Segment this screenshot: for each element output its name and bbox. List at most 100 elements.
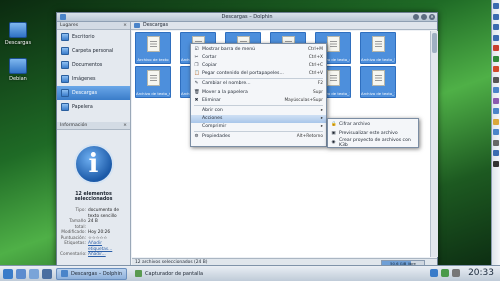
vertical-scrollbar[interactable] xyxy=(430,31,438,257)
sidebar-item-papelera[interactable]: Papelera xyxy=(57,100,130,114)
info-value[interactable]: Añadir... xyxy=(88,252,127,258)
context-menu: ☑ Mostrar barra de menú Ctrl+M ✂ Cortar Ctrl+… xyxy=(190,43,327,147)
folder-icon[interactable] xyxy=(493,118,499,125)
blank-icon xyxy=(194,124,199,129)
arrow-right-icon[interactable] xyxy=(493,24,499,30)
menu-item-label: Mover a la papelera xyxy=(202,89,248,95)
close-button[interactable]: ✕ xyxy=(429,14,435,20)
network-icon[interactable] xyxy=(430,269,438,277)
file-item[interactable]: Archivo de texto xyxy=(135,32,171,64)
encrypt-icon: 🔒 xyxy=(331,122,337,127)
places-header-label: Lugares xyxy=(60,23,79,28)
scrollbar-thumb[interactable] xyxy=(432,33,437,53)
info-header-label: Información xyxy=(60,123,88,128)
menu-item[interactable]: Comprimir ▸ xyxy=(191,123,326,131)
binoculars-icon[interactable] xyxy=(493,160,499,167)
menu-item-label: Pegar contenido del portapapeles... xyxy=(202,71,284,77)
paste-icon: 📋 xyxy=(194,71,200,77)
sidebar-item-escritorio[interactable]: Escritorio xyxy=(57,30,130,44)
menu-item[interactable]: 🗑 Mover a la papelera Supr xyxy=(191,88,326,96)
menu-item-shortcut: F2 xyxy=(317,81,323,87)
menu-item-label: Eliminar xyxy=(202,97,221,103)
settings-icon[interactable] xyxy=(493,139,499,146)
task-screenshot[interactable]: Capturador de pantalla xyxy=(131,268,207,280)
dolphin-icon[interactable] xyxy=(29,268,39,279)
record-icon[interactable] xyxy=(493,45,499,51)
window-icon[interactable] xyxy=(493,87,499,93)
minimize-button[interactable] xyxy=(413,14,419,20)
menu-item[interactable]: ❐ Copiar Ctrl+C xyxy=(191,61,326,69)
browser-icon[interactable] xyxy=(42,268,52,279)
kde-menu-icon[interactable] xyxy=(3,268,13,279)
text-file-icon xyxy=(372,36,385,52)
k3b-icon: ◉ xyxy=(331,140,336,145)
notifications-icon[interactable] xyxy=(441,269,449,277)
stop-icon[interactable] xyxy=(493,66,499,72)
sidebar-item-imágenes[interactable]: Imágenes xyxy=(57,72,130,86)
window-menu-icon[interactable] xyxy=(60,14,66,20)
arrow-down-icon[interactable] xyxy=(493,34,499,41)
menu-item[interactable]: ⚙ Propiedades Alt+Retorno xyxy=(191,133,326,141)
arrow-left-icon[interactable] xyxy=(493,13,499,20)
sidebar-item-carpeta personal[interactable]: Carpeta personal xyxy=(57,44,130,58)
checkbox-icon: ☑ xyxy=(194,46,199,52)
close-icon[interactable]: × xyxy=(123,122,127,129)
monitor-icon[interactable] xyxy=(493,129,499,135)
menu-item-shortcut: Ctrl+C xyxy=(308,62,323,68)
info-row: Etiquetas: Añadir etiquetas... xyxy=(57,241,130,252)
menu-item[interactable]: ✎ Cambiar el nombre... F2 xyxy=(191,80,326,88)
desktop-icon-label: Debian xyxy=(9,76,27,82)
maximize-button[interactable] xyxy=(421,14,427,20)
task-dolphin[interactable]: Descargas – Dolphin xyxy=(56,267,128,280)
file-label: Archivo de texto_11 xyxy=(361,91,395,96)
breadcrumb-descargas[interactable]: Descargas xyxy=(143,23,168,28)
clock[interactable]: 20:33 xyxy=(468,268,494,278)
desktop-icon-label: Descargas xyxy=(4,40,32,46)
sidebar-item-label: Documentos xyxy=(72,62,103,68)
info-key: Etiquetas: xyxy=(64,241,86,246)
volume-icon[interactable] xyxy=(452,269,460,277)
blank-icon xyxy=(194,108,199,113)
file-item[interactable]: Archivo de texto_11 xyxy=(360,66,396,98)
menu-item[interactable]: ☑ Mostrar barra de menú Ctrl+M xyxy=(191,45,326,53)
folder-icon xyxy=(61,270,68,277)
menu-item[interactable]: ◉ Crear proyecto de archivos con K3b xyxy=(328,138,418,148)
menu-item-label: Mostrar barra de menú xyxy=(202,46,256,52)
file-item[interactable]: Archivo de texto_6 xyxy=(135,66,171,98)
menu-item-label: Acciones xyxy=(202,116,223,122)
desktop-icon-descargas[interactable]: Descargas xyxy=(4,22,32,46)
menu-item[interactable]: 🔒 Cifrar archivo xyxy=(328,120,418,129)
close-icon[interactable]: × xyxy=(123,22,127,29)
screen-icon[interactable] xyxy=(493,108,499,114)
info-value: 24 B xyxy=(88,219,98,224)
menu-item-label: Cifrar archivo xyxy=(339,122,370,127)
menu-item[interactable]: ✖ Eliminar Mayúsculas+Supr xyxy=(191,96,326,104)
menu-item-shortcut: ▸ xyxy=(320,116,323,122)
info-details: Tipo: documento de texto sencillo Tamaño t… xyxy=(57,208,130,258)
desktop-icon[interactable] xyxy=(16,268,26,279)
location-bar[interactable]: Descargas xyxy=(131,22,437,30)
sidebar-item-descargas[interactable]: Descargas xyxy=(57,86,130,100)
menu-item[interactable]: Acciones ▸ xyxy=(191,114,326,123)
refresh-icon[interactable] xyxy=(493,55,499,62)
app-icon[interactable] xyxy=(493,97,499,104)
file-label: Archivo de texto_5 xyxy=(361,57,395,62)
folder-icon xyxy=(61,89,69,97)
arrow-up-icon[interactable] xyxy=(493,3,499,9)
menu-item[interactable]: Abrir con ▸ xyxy=(191,106,326,114)
desktop-icon-debian[interactable]: Debian xyxy=(4,58,32,82)
network-icon[interactable] xyxy=(493,150,499,156)
text-file-icon xyxy=(147,36,160,52)
menu-item-shortcut: Ctrl+M xyxy=(308,46,323,52)
window-title: Descargas – Dolphin xyxy=(221,14,273,20)
folder-icon xyxy=(61,75,69,83)
menu-item[interactable]: ✂ Cortar Ctrl+X xyxy=(191,53,326,61)
sidebar-item-documentos[interactable]: Documentos xyxy=(57,58,130,72)
file-item[interactable]: Archivo de texto_5 xyxy=(360,32,396,64)
title-bar[interactable]: Descargas – Dolphin ✕ xyxy=(57,13,437,22)
pause-icon[interactable] xyxy=(493,76,499,83)
info-value[interactable]: Añadir etiquetas... xyxy=(88,241,127,252)
text-file-icon xyxy=(372,70,385,86)
menu-item-shortcut: Mayúsculas+Supr xyxy=(284,97,323,103)
menu-item[interactable]: 📋 Pegar contenido del portapapeles... Ctrl… xyxy=(191,70,326,78)
